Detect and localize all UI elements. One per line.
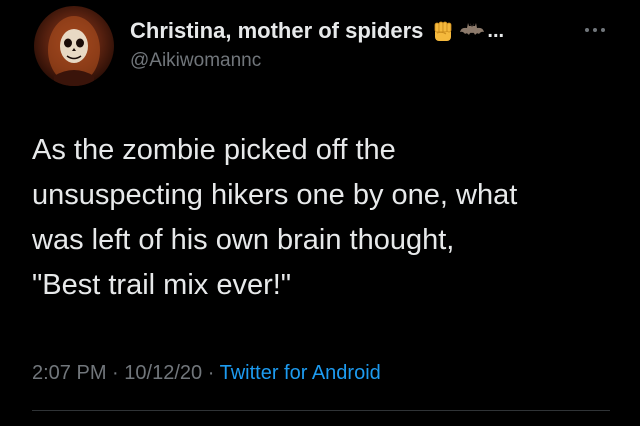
tweet-source-link[interactable]: Twitter for Android	[220, 362, 381, 384]
meta-separator: ·	[112, 362, 119, 384]
name-truncation-ellipsis: ...	[487, 19, 505, 42]
meta-separator: ·	[207, 362, 215, 384]
name-row: Christina, mother of spiders ...	[130, 14, 610, 48]
tweet-date[interactable]: 10/12/20	[124, 362, 202, 384]
tweet-metadata: 2:07 PM · 10/12/20 · Twitter for Android	[32, 362, 381, 385]
bat-emoji-icon	[459, 19, 485, 43]
tweet: Christina, mother of spiders ... @Aikiwo…	[0, 0, 640, 426]
author-handle[interactable]: @Aikiwomannc	[130, 50, 610, 72]
more-options-button[interactable]	[580, 20, 610, 40]
tweet-header: Christina, mother of spiders ... @Aikiwo…	[130, 14, 610, 72]
divider	[32, 410, 610, 411]
tweet-text-line: unsuspecting hikers one by one, what	[32, 179, 518, 211]
avatar-image	[48, 16, 100, 86]
tweet-text-line: was left of his own brain thought,	[32, 224, 455, 256]
avatar[interactable]	[34, 6, 114, 86]
tweet-text-line: As the zombie picked off the	[32, 134, 396, 166]
display-name[interactable]: Christina, mother of spiders	[130, 18, 423, 44]
tweet-text: As the zombie picked off the unsuspectin…	[32, 128, 622, 308]
tweet-text-line: "Best trail mix ever!"	[32, 269, 292, 301]
more-options-icon	[585, 28, 605, 32]
raised-fist-emoji-icon	[431, 19, 455, 43]
tweet-time[interactable]: 2:07 PM	[32, 362, 106, 384]
